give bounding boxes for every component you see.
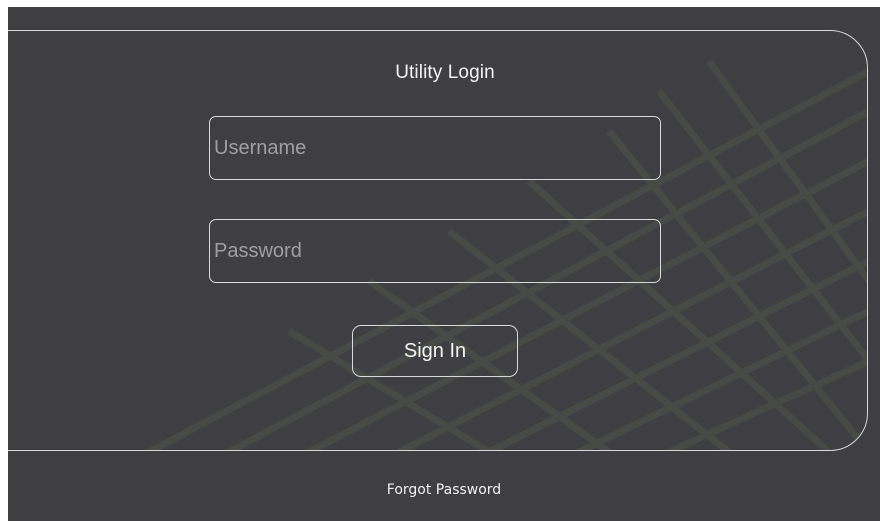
- login-panel: Utility Login Sign In: [8, 30, 868, 451]
- password-input[interactable]: [209, 219, 661, 283]
- sign-in-button[interactable]: Sign In: [352, 325, 518, 377]
- forgot-password-link[interactable]: Forgot Password: [8, 482, 880, 498]
- login-title: Utility Login: [395, 62, 495, 83]
- login-screen: Utility Login Sign In Forgot Password: [8, 7, 880, 521]
- username-input[interactable]: [209, 116, 661, 180]
